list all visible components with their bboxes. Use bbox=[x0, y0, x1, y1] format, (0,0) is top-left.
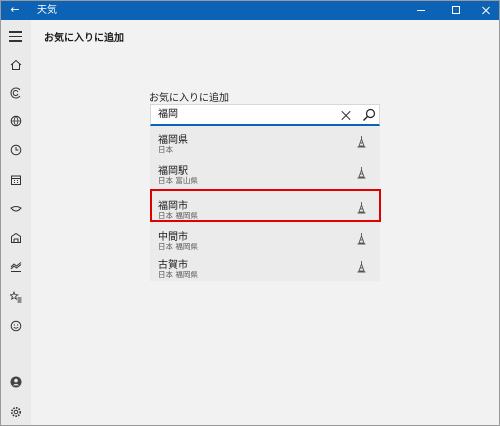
minimize-button[interactable] bbox=[406, 1, 436, 20]
title-bar: ← 天気 bbox=[1, 1, 499, 20]
close-button[interactable] bbox=[471, 1, 500, 20]
account-icon[interactable] bbox=[7, 373, 25, 391]
clear-icon[interactable] bbox=[339, 108, 353, 122]
result-item[interactable]: 福岡駅 日本 富山県 bbox=[150, 157, 380, 188]
result-location: 日本 bbox=[158, 145, 173, 154]
result-item[interactable]: 古賀市 日本 福岡県 bbox=[150, 251, 380, 282]
page-title: お気に入りに追加 bbox=[44, 33, 124, 44]
app-window: ← 天気 お気に入りに追加 お気に入りに追加 福岡 福岡県 日本 福岡駅 日本 … bbox=[0, 0, 500, 426]
building-icon[interactable] bbox=[7, 229, 25, 247]
search-icon[interactable] bbox=[361, 107, 377, 123]
result-item[interactable]: 福岡県 日本 bbox=[150, 126, 380, 157]
hamburger-menu-icon[interactable] bbox=[9, 31, 22, 42]
smile-icon[interactable] bbox=[7, 317, 25, 335]
sidebar bbox=[1, 20, 31, 425]
panel-label: お気に入りに追加 bbox=[149, 93, 229, 104]
forecast-icon[interactable] bbox=[7, 84, 25, 102]
maximize-button[interactable] bbox=[441, 1, 471, 20]
search-value[interactable]: 福岡 bbox=[158, 105, 178, 125]
result-location: 日本 富山県 bbox=[158, 176, 198, 185]
window-title: 天気 bbox=[37, 5, 57, 16]
landmark-icon bbox=[355, 164, 368, 179]
home-icon[interactable] bbox=[7, 56, 25, 74]
landmark-icon bbox=[355, 258, 368, 273]
calendar-icon[interactable] bbox=[7, 171, 25, 189]
search-input[interactable]: 福岡 bbox=[150, 104, 380, 126]
landmark-icon bbox=[355, 133, 368, 148]
maps-icon[interactable] bbox=[7, 112, 25, 130]
settings-icon[interactable] bbox=[7, 403, 25, 421]
clock-icon[interactable] bbox=[7, 141, 25, 159]
favorites-icon[interactable] bbox=[7, 288, 25, 306]
selection-highlight bbox=[150, 189, 381, 222]
news-icon[interactable] bbox=[7, 200, 25, 218]
back-arrow-icon[interactable]: ← bbox=[7, 2, 23, 18]
chart-icon[interactable] bbox=[7, 258, 25, 276]
result-location: 日本 福岡県 bbox=[158, 270, 198, 279]
result-item[interactable]: 中間市 日本 福岡県 bbox=[150, 223, 380, 254]
landmark-icon bbox=[355, 230, 368, 245]
